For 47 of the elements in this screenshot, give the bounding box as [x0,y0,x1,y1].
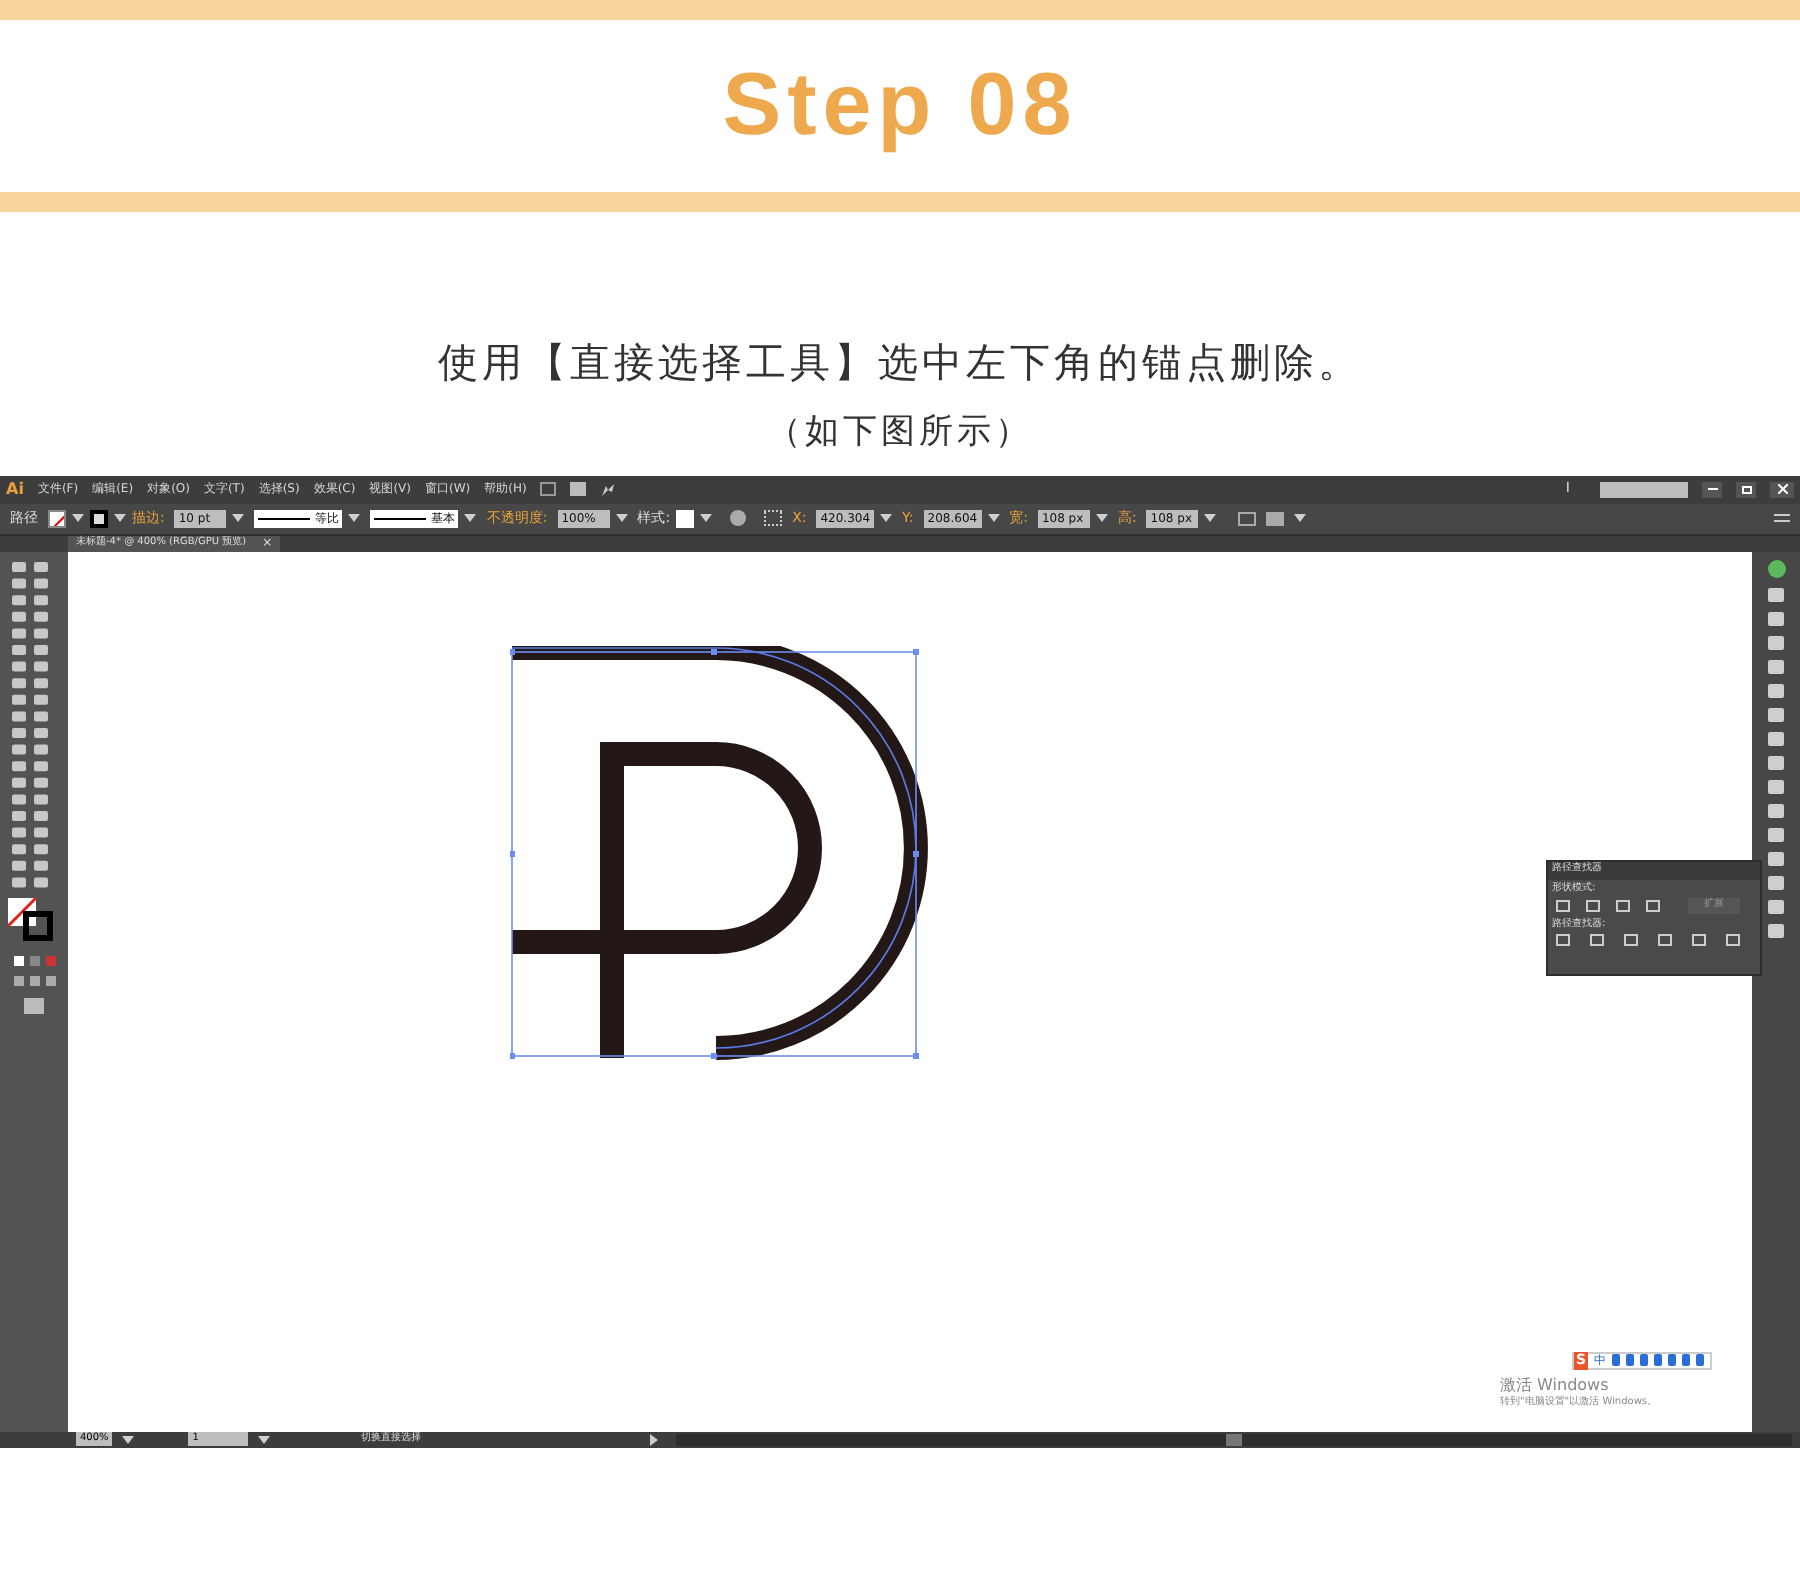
app-logo: Ai [6,477,24,501]
pathfinder-icon[interactable] [1590,934,1604,946]
libraries-icon[interactable] [1767,559,1785,577]
restore-button[interactable] [1736,481,1756,497]
toolbox-drawing[interactable] [8,557,60,1017]
instruction-note: （如下图所示） [767,410,1033,456]
step-title: Step 08 [722,54,1078,158]
shape-mode-icon[interactable] [1646,899,1660,912]
dropdown-arrow-icon [122,1435,135,1443]
close-button[interactable] [1770,481,1794,497]
search-field[interactable] [1600,481,1688,497]
pathfinder-icon[interactable] [1556,934,1570,946]
dropdown-arrow-icon [348,514,361,522]
minimize-button[interactable] [1702,481,1722,497]
pathfinder-icon[interactable] [1624,934,1638,946]
dropdown-arrow-icon [1294,514,1307,522]
instruction-text: 使用【直接选择工具】选中左下角的锚点删除。 [438,336,1362,390]
dropdown-arrow-icon [258,1435,271,1443]
dropdown-arrow-icon [1095,514,1108,522]
style-swatch[interactable] [676,509,695,527]
bridge-icon[interactable] [540,482,557,496]
dropdown-arrow-icon [464,514,477,522]
stroke-swatch[interactable] [90,509,108,527]
align-icon[interactable] [764,510,783,526]
isolate-icon[interactable] [1266,511,1285,525]
activation-title: 激活 Windows [1500,1375,1611,1395]
dropdown-arrow-icon [1204,514,1217,522]
dropdown-arrow-icon [615,514,628,522]
shape-mode-icon[interactable] [1556,899,1570,912]
dropdown-arrow-icon [114,514,126,522]
arrange-icon[interactable] [570,482,587,496]
pathfinder-icon[interactable] [1658,934,1672,946]
dropdown-arrow-icon [232,514,245,522]
horizontal-scrollbar[interactable] [676,1433,1792,1445]
recolor-icon[interactable] [730,510,747,526]
pathfinder-icon[interactable] [1692,934,1706,946]
dropdown-arrow-icon [700,514,713,522]
ime-tools-icon[interactable] [1612,1354,1705,1366]
dropdown-arrow-icon [987,514,1000,522]
shape-mode-icon[interactable] [1586,899,1600,912]
panel-menu-icon[interactable] [1774,514,1790,522]
dropdown-arrow-icon [880,514,893,522]
shape-mode-icon[interactable] [1616,899,1630,912]
transform-icon[interactable] [1238,511,1257,525]
status-menu-icon[interactable] [650,1433,659,1445]
fill-swatch[interactable] [48,509,66,527]
pathfinder-icon[interactable] [1726,934,1740,946]
